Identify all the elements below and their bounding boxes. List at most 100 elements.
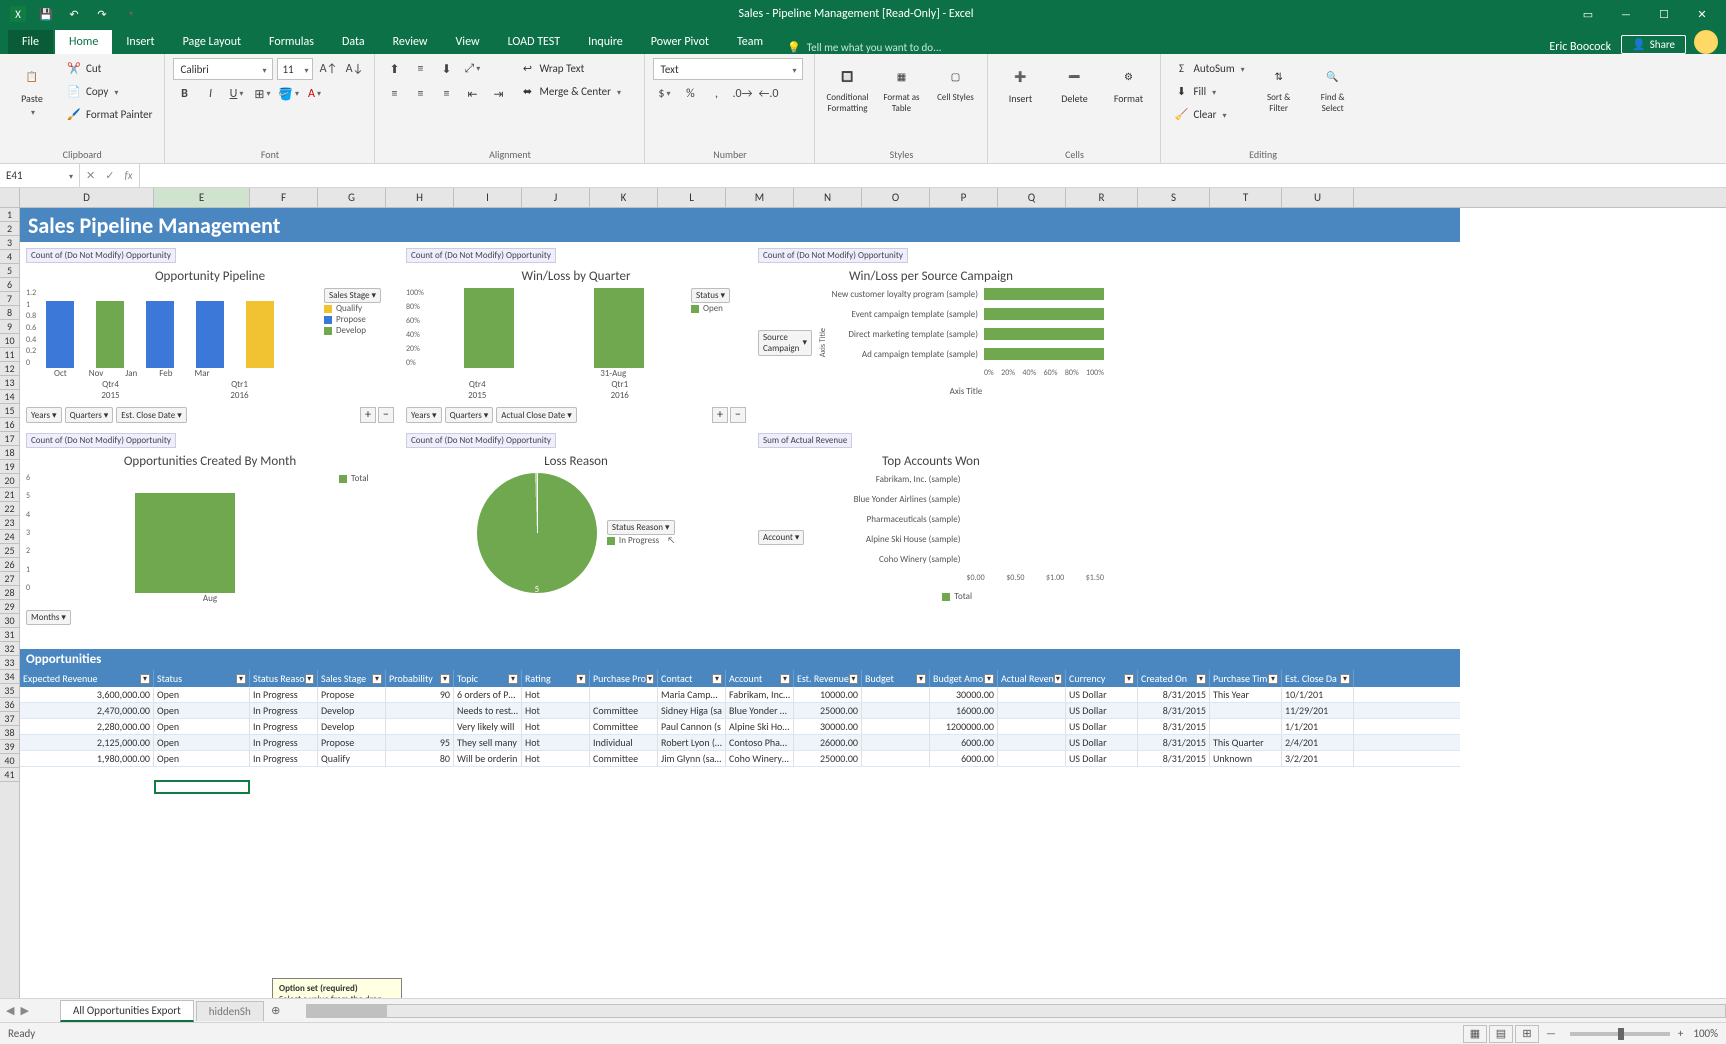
row-header-5[interactable]: 5: [0, 264, 19, 278]
horizontal-scrollbar[interactable]: [306, 1003, 1726, 1019]
zoom-slider[interactable]: [1570, 1032, 1670, 1036]
tab-insert[interactable]: Insert: [112, 30, 168, 54]
row-header-4[interactable]: 4: [0, 250, 19, 264]
delete-cells-button[interactable]: ➖Delete: [1050, 58, 1098, 109]
excel-icon[interactable]: X: [6, 3, 30, 25]
row-header-7[interactable]: 7: [0, 292, 19, 306]
share-button[interactable]: 👤 Share: [1621, 35, 1686, 54]
fill-button[interactable]: ⬇Fill: [1169, 81, 1248, 101]
column-header-S[interactable]: S: [1138, 188, 1210, 207]
row-header-41[interactable]: 41: [0, 768, 19, 782]
row-header-39[interactable]: 39: [0, 740, 19, 754]
grow-font-icon[interactable]: A↑: [317, 58, 339, 80]
tab-team[interactable]: Team: [723, 30, 777, 54]
opp-header-3[interactable]: Sales Stage▾: [318, 670, 386, 687]
row-header-2[interactable]: 2: [0, 222, 19, 236]
tab-inquire[interactable]: Inquire: [574, 30, 637, 54]
increase-decimal-icon[interactable]: .0→: [731, 83, 753, 105]
opp-header-13[interactable]: Actual Reven▾: [998, 670, 1066, 687]
row-header-27[interactable]: 27: [0, 572, 19, 586]
active-cell[interactable]: [154, 780, 250, 794]
row-header-15[interactable]: 15: [0, 404, 19, 418]
conditional-formatting-button[interactable]: 🔲Conditional Formatting: [823, 58, 871, 118]
format-cells-button[interactable]: ⚙Format: [1104, 58, 1152, 109]
sheet-tab-hidden[interactable]: hiddenSh: [196, 1001, 264, 1021]
chart1-collapse[interactable]: −: [378, 407, 394, 423]
table-row[interactable]: 1,980,000.00OpenIn ProgressQualify80Will…: [20, 751, 1460, 767]
chart3-filter-campaign[interactable]: Source Campaign ▾: [758, 330, 812, 356]
row-header-25[interactable]: 25: [0, 544, 19, 558]
row-header-26[interactable]: 26: [0, 558, 19, 572]
row-header-12[interactable]: 12: [0, 362, 19, 376]
qat-dropdown-icon[interactable]: [118, 3, 142, 25]
column-header-Q[interactable]: Q: [998, 188, 1066, 207]
row-header-36[interactable]: 36: [0, 698, 19, 712]
name-box[interactable]: E41: [0, 164, 80, 187]
view-page-break-icon[interactable]: ⊞: [1515, 1025, 1539, 1043]
opp-header-5[interactable]: Topic▾: [454, 670, 522, 687]
enter-formula-icon[interactable]: ✓: [105, 169, 114, 182]
ribbon-options-icon[interactable]: ▭: [1570, 3, 1606, 25]
tab-view[interactable]: View: [442, 30, 494, 54]
align-top-icon[interactable]: ⬆: [383, 58, 405, 80]
table-row[interactable]: 2,280,000.00OpenIn ProgressDevelopVery l…: [20, 719, 1460, 735]
chart2-collapse[interactable]: −: [730, 407, 746, 423]
row-header-6[interactable]: 6: [0, 278, 19, 292]
row-header-34[interactable]: 34: [0, 670, 19, 684]
format-painter-button[interactable]: 🖌️Format Painter: [62, 104, 156, 124]
copy-button[interactable]: 📄Copy: [62, 81, 156, 101]
row-header-30[interactable]: 30: [0, 614, 19, 628]
fill-color-button[interactable]: 🪣: [277, 83, 299, 105]
chart1-filter-estclose[interactable]: Est. Close Date ▾: [116, 407, 186, 423]
opp-header-2[interactable]: Status Reaso▾: [250, 670, 318, 687]
align-left-icon[interactable]: ≡: [383, 83, 405, 105]
select-all-corner[interactable]: [0, 188, 19, 208]
align-right-icon[interactable]: ≡: [435, 83, 457, 105]
column-header-O[interactable]: O: [862, 188, 930, 207]
column-header-E[interactable]: E: [154, 188, 250, 207]
chart2-filter-quarters[interactable]: Quarters ▾: [445, 407, 494, 423]
tab-loadtest[interactable]: LOAD TEST: [494, 30, 575, 54]
column-header-M[interactable]: M: [726, 188, 794, 207]
view-page-layout-icon[interactable]: ▤: [1489, 1025, 1513, 1043]
tab-formulas[interactable]: Formulas: [255, 30, 328, 54]
minimize-icon[interactable]: —: [1608, 3, 1644, 25]
opp-header-15[interactable]: Created On▾: [1138, 670, 1210, 687]
row-header-13[interactable]: 13: [0, 376, 19, 390]
column-header-P[interactable]: P: [930, 188, 998, 207]
currency-icon[interactable]: $: [653, 83, 675, 105]
zoom-level[interactable]: 100%: [1693, 1027, 1718, 1040]
find-select-button[interactable]: 🔍Find & Select: [1309, 58, 1357, 118]
row-header-38[interactable]: 38: [0, 726, 19, 740]
decrease-decimal-icon[interactable]: ←.0: [757, 83, 779, 105]
view-normal-icon[interactable]: ▦: [1463, 1025, 1487, 1043]
bold-button[interactable]: B: [173, 83, 195, 105]
clear-button[interactable]: 🧹Clear: [1169, 104, 1248, 124]
column-header-L[interactable]: L: [658, 188, 726, 207]
table-row[interactable]: 3,600,000.00OpenIn ProgressPropose906 or…: [20, 687, 1460, 703]
merge-center-button[interactable]: ⬌Merge & Center: [515, 81, 625, 101]
increase-indent-icon[interactable]: ⇥: [487, 83, 509, 105]
row-header-18[interactable]: 18: [0, 446, 19, 460]
row-header-14[interactable]: 14: [0, 390, 19, 404]
autosum-button[interactable]: ΣAutoSum: [1169, 58, 1248, 78]
column-header-T[interactable]: T: [1210, 188, 1282, 207]
font-name-select[interactable]: Calibri: [173, 58, 273, 80]
insert-cells-button[interactable]: ➕Insert: [996, 58, 1044, 109]
feedback-smiley-icon[interactable]: [1694, 30, 1718, 54]
formula-input[interactable]: [140, 164, 1726, 187]
tab-powerpivot[interactable]: Power Pivot: [637, 30, 723, 54]
font-color-button[interactable]: A: [303, 83, 325, 105]
row-header-3[interactable]: 3: [0, 236, 19, 250]
percent-icon[interactable]: %: [679, 83, 701, 105]
opp-header-11[interactable]: Budget▾: [862, 670, 930, 687]
row-header-19[interactable]: 19: [0, 460, 19, 474]
chart6-filter-account[interactable]: Account ▾: [758, 530, 804, 545]
row-header-33[interactable]: 33: [0, 656, 19, 670]
comma-icon[interactable]: ,: [705, 83, 727, 105]
opp-header-0[interactable]: Expected Revenue▾: [20, 670, 154, 687]
column-header-D[interactable]: D: [20, 188, 154, 207]
opp-header-8[interactable]: Contact▾: [658, 670, 726, 687]
opp-header-1[interactable]: Status▾: [154, 670, 250, 687]
column-header-F[interactable]: F: [250, 188, 318, 207]
